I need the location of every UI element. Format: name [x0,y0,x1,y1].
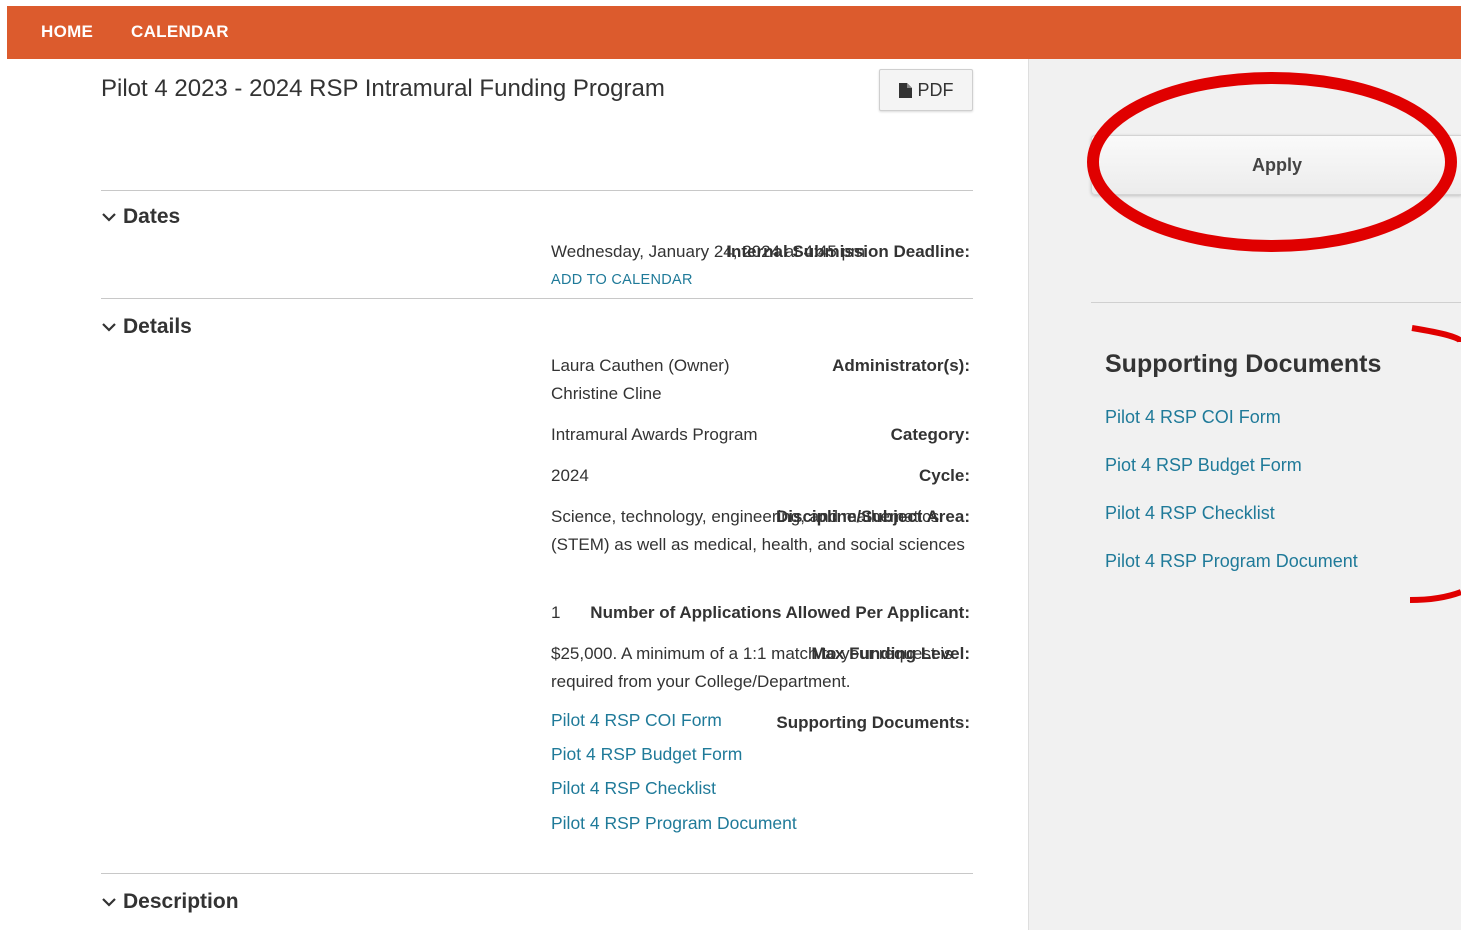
page: HOME CALENDAR Pilot 4 2023 - 2024 RSP In… [0,0,1461,930]
discipline-value: Science, technology, engineering, and ma… [551,507,965,554]
document-link-coi-form[interactable]: Pilot 4 RSP COI Form [551,710,722,731]
divider [101,298,973,299]
sidebar-document-link-coi-form[interactable]: Pilot 4 RSP COI Form [1105,407,1281,428]
num-applications-value: 1 [551,603,561,622]
top-nav-bar: HOME CALENDAR [7,6,1461,59]
administrators-value: Laura Cauthen (Owner) Christine Cline [551,352,976,407]
sidebar-heading: Supporting Documents [1105,350,1382,378]
sidebar-document-link-budget-form[interactable]: Piot 4 RSP Budget Form [1105,455,1302,476]
divider [101,190,973,191]
section-header-dates[interactable]: Dates [101,205,180,229]
nav-home-link[interactable]: HOME [41,22,93,42]
pdf-button-label: PDF [917,79,954,100]
chevron-down-icon [102,898,116,907]
chevron-down-icon [102,323,116,332]
add-to-calendar-link[interactable]: ADD TO CALENDAR [551,272,693,288]
category-value: Intramural Awards Program [551,425,758,444]
nav-calendar-link[interactable]: CALENDAR [131,22,229,42]
divider [101,873,973,874]
cycle-value: 2024 [551,466,589,485]
section-header-details[interactable]: Details [101,315,192,339]
apply-button[interactable]: Apply [1091,135,1461,195]
pdf-button[interactable]: PDF [879,69,973,111]
document-link-program-document[interactable]: Pilot 4 RSP Program Document [551,813,797,834]
sidebar-divider [1091,302,1461,303]
section-title-dates: Dates [123,205,181,228]
section-title-description: Description [123,890,239,913]
sidebar-document-link-checklist[interactable]: Pilot 4 RSP Checklist [1105,503,1275,524]
supporting-documents-label: Supporting Documents: [776,713,970,732]
document-link-budget-form[interactable]: Piot 4 RSP Budget Form [551,744,742,765]
chevron-down-icon [102,213,116,222]
max-funding-value: $25,000. A minimum of a 1:1 match to you… [551,644,953,691]
section-title-details: Details [123,315,192,338]
sidebar-document-link-program-document[interactable]: Pilot 4 RSP Program Document [1105,551,1358,572]
deadline-value: Wednesday, January 24, 2024 at 4:45 pm [551,242,866,261]
page-title: Pilot 4 2023 - 2024 RSP Intramural Fundi… [101,75,665,102]
file-icon [898,82,912,98]
administrator-name: Laura Cauthen (Owner) [551,356,730,375]
section-header-description[interactable]: Description [101,890,239,914]
administrator-name: Christine Cline [551,383,662,403]
document-link-checklist[interactable]: Pilot 4 RSP Checklist [551,778,716,799]
